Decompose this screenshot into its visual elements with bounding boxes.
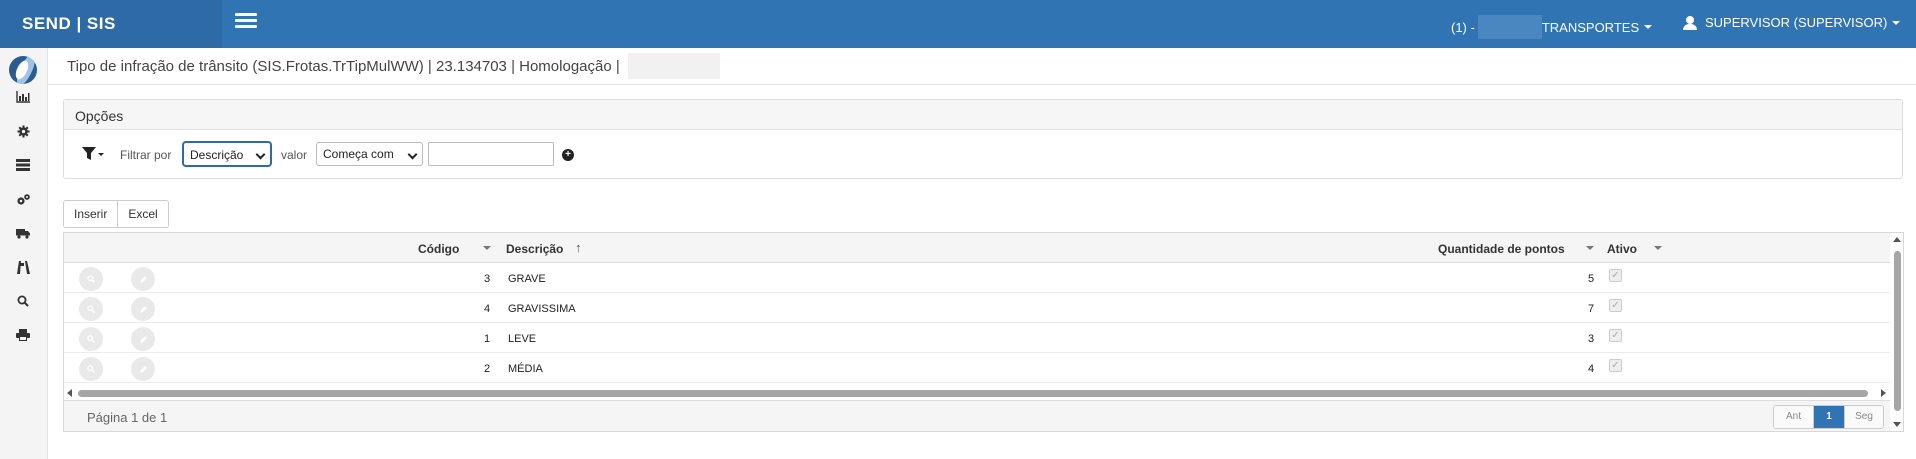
toolbar: Inserir Excel [63, 200, 169, 228]
cell-descricao: GRAVE [508, 273, 546, 285]
active-checkbox: ✓ [1609, 329, 1622, 342]
page-title-bar: Tipo de infração de trânsito (SIS.Frotas… [67, 53, 720, 79]
options-heading: Opções [64, 100, 1902, 130]
edit-button[interactable] [131, 267, 155, 291]
cell-descricao: GRAVISSIMA [508, 303, 576, 315]
caret-down-icon [1644, 25, 1653, 29]
prev-page-button[interactable]: Ant [1774, 406, 1813, 428]
menu-toggle-icon[interactable] [235, 13, 257, 29]
sort-caret-icon[interactable] [1586, 246, 1594, 250]
value-label: valor [281, 148, 308, 162]
add-filter-icon[interactable]: + [562, 149, 574, 161]
filter-icon[interactable] [82, 146, 104, 162]
app-logo-icon[interactable] [9, 56, 37, 84]
page-title: Tipo de infração de trânsito (SIS.Frotas… [67, 57, 620, 75]
cell-codigo: 1 [484, 333, 491, 345]
cell-pontos: 4 [1588, 363, 1595, 375]
cell-pontos: 5 [1588, 273, 1595, 285]
view-button[interactable] [79, 297, 103, 321]
vertical-scrollbar[interactable] [1891, 233, 1903, 431]
excel-button[interactable]: Excel [117, 201, 168, 227]
view-button[interactable] [79, 357, 103, 381]
active-checkbox: ✓ [1609, 359, 1622, 372]
grid-header: Código Descrição ↑ Quantidade de pontos … [64, 233, 1890, 263]
edit-button[interactable] [131, 297, 155, 321]
caret-down-icon [1892, 20, 1901, 25]
print-icon[interactable] [14, 326, 32, 344]
truck-icon[interactable] [14, 224, 32, 242]
filter-field-value: Descrição [190, 148, 244, 162]
insert-button[interactable]: Inserir [64, 201, 118, 227]
search-icon[interactable] [14, 292, 32, 310]
chevron-down-icon [407, 149, 418, 160]
sort-caret-icon[interactable] [483, 246, 491, 250]
data-grid: Código Descrição ↑ Quantidade de pontos … [63, 232, 1904, 432]
page-info: Página 1 de 1 [87, 410, 168, 425]
scroll-up-icon[interactable] [1893, 237, 1901, 242]
cell-descricao: LEVE [508, 333, 537, 345]
road-icon[interactable] [14, 258, 32, 276]
cell-codigo: 4 [484, 303, 491, 315]
view-button[interactable] [79, 267, 103, 291]
table-row: 4 GRAVISSIMA 7 ✓ [64, 293, 1890, 323]
divider [48, 84, 1916, 85]
horizontal-scrollbar[interactable] [64, 387, 1890, 399]
server-icon[interactable] [14, 156, 32, 174]
filter-value-input[interactable] [428, 142, 554, 166]
brand-logo[interactable]: SEND | SIS [0, 0, 222, 48]
scrollbar-thumb[interactable] [78, 390, 1868, 397]
bar-chart-icon[interactable] [14, 88, 32, 106]
cell-codigo: 2 [484, 363, 491, 375]
table-row: 1 LEVE 3 ✓ [64, 323, 1890, 353]
edit-button[interactable] [131, 327, 155, 351]
scroll-right-icon[interactable] [1881, 389, 1886, 397]
edit-button[interactable] [131, 357, 155, 381]
gear-icon[interactable] [14, 122, 32, 140]
user-icon [1683, 15, 1697, 30]
filter-label: Filtrar por [120, 148, 172, 162]
filter-field-select[interactable]: Descrição [182, 141, 272, 167]
pagination: Ant 1 Seg [1773, 405, 1884, 429]
user-menu[interactable]: SUPERVISOR (SUPERVISOR) [1683, 15, 1901, 30]
cell-pontos: 7 [1588, 303, 1595, 315]
current-page-button[interactable]: 1 [1813, 406, 1844, 428]
operator-value: Começa com [323, 147, 394, 161]
table-row: 2 MÉDIA 4 ✓ [64, 353, 1890, 383]
active-checkbox: ✓ [1609, 299, 1622, 312]
column-header-codigo[interactable]: Código [418, 242, 459, 256]
gears-icon[interactable] [14, 190, 32, 208]
company-name: TRANSPORTES [1541, 19, 1640, 35]
scroll-down-icon[interactable] [1893, 422, 1901, 427]
table-row: 3 GRAVE 5 ✓ [64, 263, 1890, 293]
view-button[interactable] [79, 327, 103, 351]
cell-codigo: 3 [484, 273, 491, 285]
column-header-pontos[interactable]: Quantidade de pontos [1438, 242, 1565, 256]
user-label: SUPERVISOR (SUPERVISOR) [1705, 15, 1888, 30]
pagination-bar: Página 1 de 1 Ant 1 Seg [64, 400, 1890, 431]
company-selector[interactable]: (1) - TRANSPORTES [1451, 15, 1653, 39]
redacted-block [1477, 15, 1542, 39]
chevron-down-icon [255, 149, 266, 160]
sidebar [0, 48, 48, 459]
sort-ascending-icon[interactable]: ↑ [575, 240, 582, 255]
operator-select[interactable]: Começa com [316, 142, 423, 166]
cell-pontos: 3 [1588, 333, 1595, 345]
next-page-button[interactable]: Seg [1844, 406, 1883, 428]
scrollbar-thumb[interactable] [1894, 251, 1901, 411]
options-panel: Opções Filtrar por Descrição valor Começ… [63, 99, 1903, 179]
filter-row: Filtrar por Descrição valor Começa com + [64, 141, 1902, 167]
active-checkbox: ✓ [1609, 269, 1622, 282]
redacted-block [627, 53, 720, 79]
column-header-ativo[interactable]: Ativo [1607, 242, 1637, 256]
sort-caret-icon[interactable] [1654, 246, 1662, 250]
column-header-descricao[interactable]: Descrição [506, 242, 563, 256]
cell-descricao: MÉDIA [508, 363, 543, 375]
scroll-left-icon[interactable] [67, 389, 72, 397]
company-prefix: (1) - [1451, 19, 1475, 35]
top-bar: SEND | SIS (1) - TRANSPORTES SUPERVISOR (… [0, 0, 1916, 48]
